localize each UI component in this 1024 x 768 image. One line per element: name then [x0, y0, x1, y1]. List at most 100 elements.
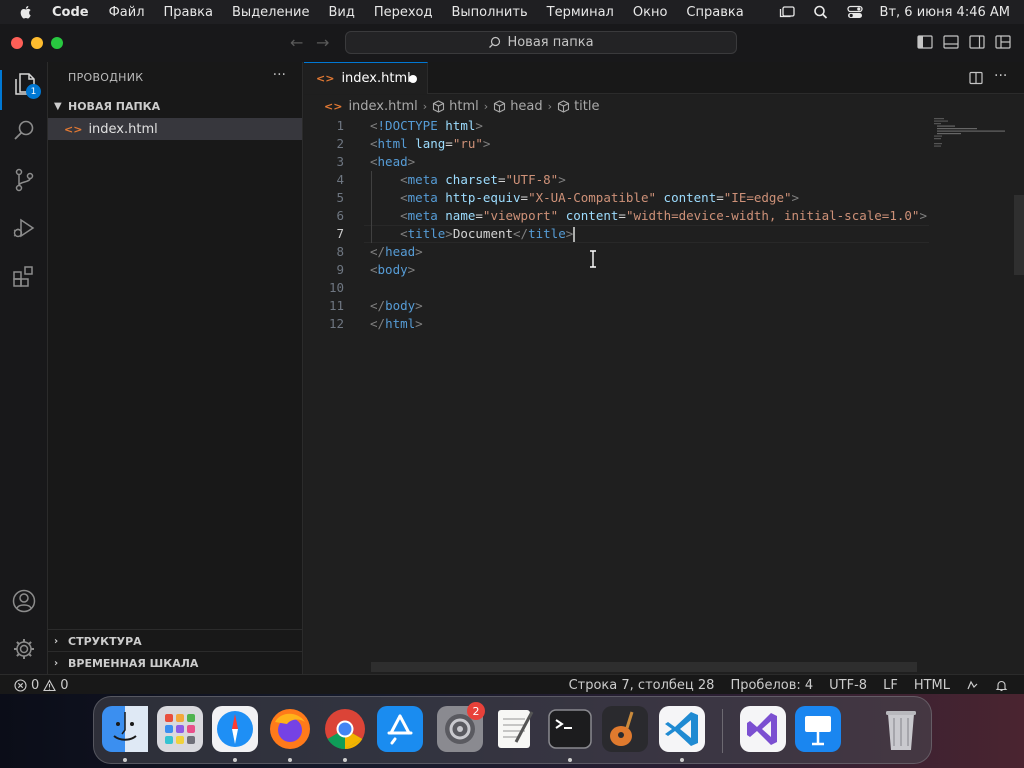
menu-file[interactable]: Файл	[109, 5, 145, 20]
toggle-primary-sidebar-icon[interactable]	[917, 35, 933, 49]
stage-manager-icon[interactable]	[778, 4, 796, 20]
go-back-icon[interactable]: ←	[290, 33, 303, 52]
command-center[interactable]: Новая папка	[345, 31, 737, 54]
problems-indicator[interactable]: 0 0	[14, 675, 69, 695]
copilot-icon[interactable]	[966, 679, 979, 692]
toggle-secondary-sidebar-icon[interactable]	[969, 35, 985, 49]
menu-edit[interactable]: Правка	[164, 5, 213, 20]
code-line[interactable]: <body>	[370, 261, 415, 279]
code-token: <	[400, 172, 408, 187]
notifications-bell-icon[interactable]	[995, 679, 1008, 692]
safari-icon[interactable]	[212, 706, 258, 752]
element-cube-icon	[433, 99, 445, 113]
run-and-debug-icon[interactable]	[11, 215, 37, 241]
breadcrumb-title[interactable]: title	[557, 99, 599, 114]
visual-studio-icon[interactable]	[740, 706, 786, 752]
launchpad-icon[interactable]	[157, 706, 203, 752]
minimize-window-button[interactable]	[31, 37, 43, 49]
code-token: >	[407, 262, 416, 277]
cursor-position[interactable]: Строка 7, столбец 28	[569, 678, 715, 693]
line-number: 4	[336, 172, 344, 187]
trash-icon[interactable]	[878, 706, 924, 752]
tab-index-html[interactable]: <> index.html	[304, 62, 428, 94]
minimap[interactable]	[930, 117, 1010, 157]
menu-terminal[interactable]: Терминал	[547, 5, 614, 20]
vscode-icon[interactable]	[659, 706, 705, 752]
menu-clock[interactable]: Вт, 6 июня 4:46 AM	[880, 5, 1010, 20]
encoding-setting[interactable]: UTF-8	[829, 678, 867, 693]
code-token: Document	[452, 226, 514, 241]
outline-section-header[interactable]: › СТРУКТУРА	[48, 630, 302, 652]
menu-help[interactable]: Справка	[686, 5, 743, 20]
language-mode[interactable]: HTML	[914, 678, 950, 693]
zoom-window-button[interactable]	[51, 37, 63, 49]
code-line[interactable]: </body>	[370, 297, 423, 315]
folder-section-header[interactable]: ▼ НОВАЯ ПАПКА	[48, 95, 302, 117]
code-token: =	[716, 190, 724, 205]
menu-window[interactable]: Окно	[633, 5, 668, 20]
code-line[interactable]: <meta charset="UTF-8">	[370, 171, 566, 189]
go-forward-icon[interactable]: →	[316, 33, 329, 52]
firefox-icon[interactable]	[267, 706, 313, 752]
manage-gear-icon[interactable]	[11, 636, 37, 662]
code-token: content	[663, 190, 717, 205]
code-line[interactable]: <head>	[370, 153, 415, 171]
code-line[interactable]: <!DOCTYPE html>	[370, 117, 483, 135]
code-token: "IE=edge"	[723, 190, 792, 205]
html-file-icon: <>	[64, 122, 83, 136]
code-line[interactable]: <html lang="ru">	[370, 135, 490, 153]
apple-icon[interactable]	[18, 4, 34, 20]
horizontal-scrollbar[interactable]	[371, 662, 917, 672]
code-token: =	[475, 208, 483, 223]
breadcrumb-html-label: html	[449, 98, 479, 114]
terminal-icon[interactable]	[547, 706, 593, 752]
code-line[interactable]: </html>	[370, 315, 423, 333]
code-line[interactable]: <title>Document</title>	[370, 225, 576, 243]
code-token: >	[475, 118, 483, 133]
timeline-section-header[interactable]: › ВРЕМЕННАЯ ШКАЛА	[48, 652, 302, 674]
file-item-index-html[interactable]: <> index.html	[48, 118, 302, 140]
garageband-icon[interactable]	[602, 706, 648, 752]
search-view-icon[interactable]	[11, 118, 37, 144]
search-icon	[489, 36, 501, 48]
code-token: body	[385, 298, 416, 313]
breadcrumb-html[interactable]: html	[432, 99, 479, 114]
customize-layout-icon[interactable]	[995, 35, 1011, 49]
chrome-icon[interactable]	[322, 706, 368, 752]
indentation-setting[interactable]: Пробелов: 4	[730, 678, 813, 693]
vertical-scrollbar[interactable]	[1014, 195, 1024, 275]
split-editor-icon[interactable]	[969, 71, 983, 85]
keynote-icon[interactable]	[795, 706, 841, 752]
menu-selection[interactable]: Выделение	[232, 5, 309, 20]
menu-app-code[interactable]: Code	[52, 5, 89, 20]
breadcrumb-file[interactable]: index.html	[348, 99, 417, 114]
code-line[interactable]: </head>	[370, 243, 423, 261]
menu-view[interactable]: Вид	[328, 5, 354, 20]
eol-setting[interactable]: LF	[883, 678, 898, 693]
source-control-icon[interactable]	[11, 167, 37, 193]
spotlight-search-icon[interactable]	[812, 4, 830, 20]
code-editor[interactable]: 1 2 3 4 5 6 7 8 9 10 11 12 <!DOCTYPE html> <html lan…	[304, 117, 1024, 674]
unsaved-dot-icon[interactable]	[409, 75, 417, 83]
menu-go[interactable]: Переход	[374, 5, 433, 20]
code-token: >	[482, 136, 491, 151]
app-store-icon[interactable]	[377, 706, 423, 752]
code-token: >	[415, 244, 423, 259]
code-line[interactable]: <meta name="viewport" content="width=dev…	[370, 207, 927, 225]
explorer-more-actions[interactable]: ···	[273, 67, 286, 83]
accounts-icon[interactable]	[11, 588, 37, 614]
extensions-icon[interactable]	[11, 263, 37, 289]
menu-run[interactable]: Выполнить	[451, 5, 527, 20]
running-indicator	[680, 758, 684, 762]
toggle-panel-icon[interactable]	[943, 35, 959, 49]
close-window-button[interactable]	[11, 37, 23, 49]
control-center-icon[interactable]	[846, 4, 864, 20]
textedit-icon[interactable]	[492, 706, 538, 752]
active-view-indicator	[0, 70, 2, 110]
breadcrumb-head[interactable]: head	[493, 99, 543, 114]
more-actions-icon[interactable]: ···	[994, 68, 1008, 84]
dock: 2	[93, 696, 932, 764]
code-line[interactable]: <meta http-equiv="X-UA-Compatible" conte…	[370, 189, 799, 207]
finder-icon[interactable]	[102, 706, 148, 752]
running-indicator	[288, 758, 292, 762]
